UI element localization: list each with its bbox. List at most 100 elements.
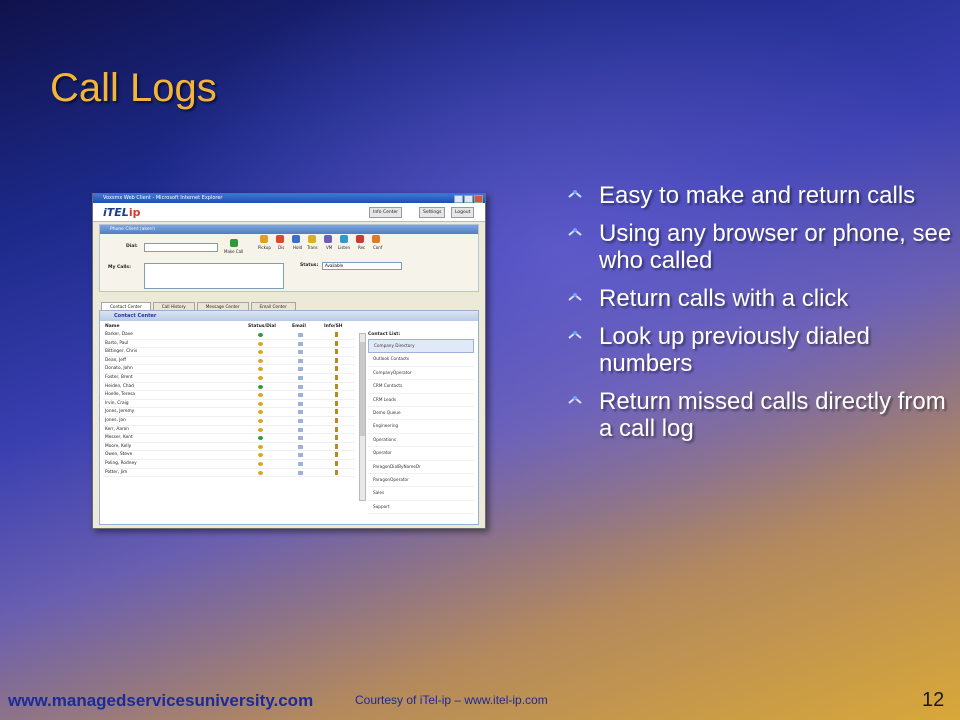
info-icon[interactable] <box>335 340 338 346</box>
contact-list-item[interactable]: CRM Leads <box>368 394 474 407</box>
table-row[interactable]: Heiden, Chad <box>103 383 355 392</box>
conference-icon[interactable] <box>372 235 380 243</box>
table-row[interactable]: Barto, Paul <box>103 340 355 349</box>
column-name[interactable]: Name <box>105 324 120 329</box>
email-icon[interactable] <box>298 453 303 458</box>
contact-list-item[interactable]: Support <box>368 501 474 515</box>
info-icon[interactable] <box>335 443 338 449</box>
table-row[interactable]: Jones, Jon <box>103 417 355 426</box>
contact-list-item[interactable]: Demo Queue <box>368 407 474 421</box>
contact-list-item[interactable]: Outlook Contacts <box>368 353 474 367</box>
info-icon[interactable] <box>335 357 338 363</box>
status-dial-icon[interactable] <box>258 470 263 475</box>
status-dial-icon[interactable] <box>258 358 263 363</box>
contact-list-item[interactable]: Sales <box>368 487 474 501</box>
info-icon[interactable] <box>335 426 338 432</box>
pickup-icon[interactable] <box>260 235 268 243</box>
contact-scrollbar[interactable] <box>359 333 366 501</box>
make-call-icon[interactable] <box>230 239 238 247</box>
contact-list-item[interactable]: Company Directory <box>368 339 474 354</box>
table-row[interactable]: Messer, Kent <box>103 434 355 443</box>
info-icon[interactable] <box>335 374 338 380</box>
info-icon[interactable] <box>335 409 338 415</box>
contact-list-item[interactable]: Operations <box>368 434 474 448</box>
column-email[interactable]: Email <box>292 324 306 329</box>
info-icon[interactable] <box>335 400 338 406</box>
table-row[interactable]: Kerr, Aaron <box>103 426 355 435</box>
info-icon[interactable] <box>335 452 338 458</box>
email-icon[interactable] <box>298 393 303 398</box>
table-row[interactable]: Jones, Jeremy <box>103 408 355 417</box>
record-icon[interactable] <box>356 235 364 243</box>
status-dial-icon[interactable] <box>258 367 263 372</box>
status-dial-icon[interactable] <box>258 333 263 337</box>
email-icon[interactable] <box>298 427 303 432</box>
contact-list-item[interactable]: Operator <box>368 447 474 461</box>
info-icon[interactable] <box>335 435 338 441</box>
email-icon[interactable] <box>298 333 303 337</box>
contact-list-item[interactable]: Engineering <box>368 420 474 434</box>
email-icon[interactable] <box>298 341 303 346</box>
table-row[interactable]: Moore, Kelly <box>103 443 355 452</box>
info-icon[interactable] <box>335 332 338 337</box>
table-row[interactable]: Owen, Steve <box>103 451 355 460</box>
contact-list-item[interactable]: ParagonOperator <box>368 474 474 488</box>
status-dial-icon[interactable] <box>258 401 263 406</box>
email-icon[interactable] <box>298 436 303 441</box>
info-icon[interactable] <box>335 349 338 355</box>
status-dial-icon[interactable] <box>258 393 263 398</box>
tab-email-center[interactable]: Email Center <box>250 302 296 310</box>
email-icon[interactable] <box>298 375 303 380</box>
status-dial-icon[interactable] <box>258 453 263 458</box>
email-icon[interactable] <box>298 461 303 466</box>
disconnect-icon[interactable] <box>276 235 284 243</box>
status-dial-icon[interactable] <box>258 427 263 432</box>
table-row[interactable]: Dean, Jeff <box>103 357 355 366</box>
info-icon[interactable] <box>335 469 338 475</box>
email-icon[interactable] <box>298 444 303 449</box>
status-dial-icon[interactable] <box>258 461 263 466</box>
email-icon[interactable] <box>298 384 303 389</box>
column-status-dial[interactable]: Status/Dial <box>248 324 276 329</box>
email-icon[interactable] <box>298 358 303 363</box>
info-icon[interactable] <box>335 366 338 372</box>
status-dial-icon[interactable] <box>258 384 263 389</box>
info-icon[interactable] <box>335 460 338 466</box>
table-row[interactable]: Barker, Dave <box>103 331 355 340</box>
info-center-button[interactable]: Info Center <box>369 207 403 218</box>
footer-url[interactable]: www.managedservicesuniversity.com <box>8 691 313 711</box>
contact-list-item[interactable]: CompanyOperator <box>368 367 474 381</box>
settings-button[interactable]: Settings <box>419 207 446 218</box>
table-row[interactable]: Bittinger, Chris <box>103 348 355 357</box>
status-dial-icon[interactable] <box>258 410 263 415</box>
table-row[interactable]: Donato, John <box>103 365 355 374</box>
transfer-icon[interactable] <box>308 235 316 243</box>
table-row[interactable]: Foster, Brent <box>103 374 355 383</box>
status-dial-icon[interactable] <box>258 341 263 346</box>
scroll-thumb[interactable] <box>360 342 365 436</box>
email-icon[interactable] <box>298 470 303 475</box>
email-icon[interactable] <box>298 418 303 423</box>
status-dial-icon[interactable] <box>258 444 263 449</box>
table-row[interactable]: Hoelle, Teresa <box>103 391 355 400</box>
status-dial-icon[interactable] <box>258 350 263 355</box>
tab-contact-center[interactable]: Contact Center <box>101 302 151 310</box>
table-row[interactable]: Poling, Rodney <box>103 460 355 469</box>
info-icon[interactable] <box>335 383 338 389</box>
info-icon[interactable] <box>335 417 338 423</box>
email-icon[interactable] <box>298 410 303 415</box>
contact-list-item[interactable]: ParagonDialByNameDr <box>368 461 474 474</box>
table-row[interactable]: Irvin, Craig <box>103 400 355 409</box>
tab-call-history[interactable]: Call History <box>152 302 195 310</box>
status-dial-icon[interactable] <box>258 418 263 423</box>
my-calls-list[interactable] <box>144 263 284 289</box>
email-icon[interactable] <box>298 401 303 406</box>
info-icon[interactable] <box>335 392 338 398</box>
logout-button[interactable]: Logout <box>451 207 475 218</box>
status-dial-icon[interactable] <box>258 436 263 441</box>
tab-message-center[interactable]: Message Center <box>196 302 249 310</box>
email-icon[interactable] <box>298 350 303 355</box>
status-dial-icon[interactable] <box>258 375 263 380</box>
hold-icon[interactable] <box>292 235 300 243</box>
status-select[interactable]: Available <box>322 262 402 270</box>
